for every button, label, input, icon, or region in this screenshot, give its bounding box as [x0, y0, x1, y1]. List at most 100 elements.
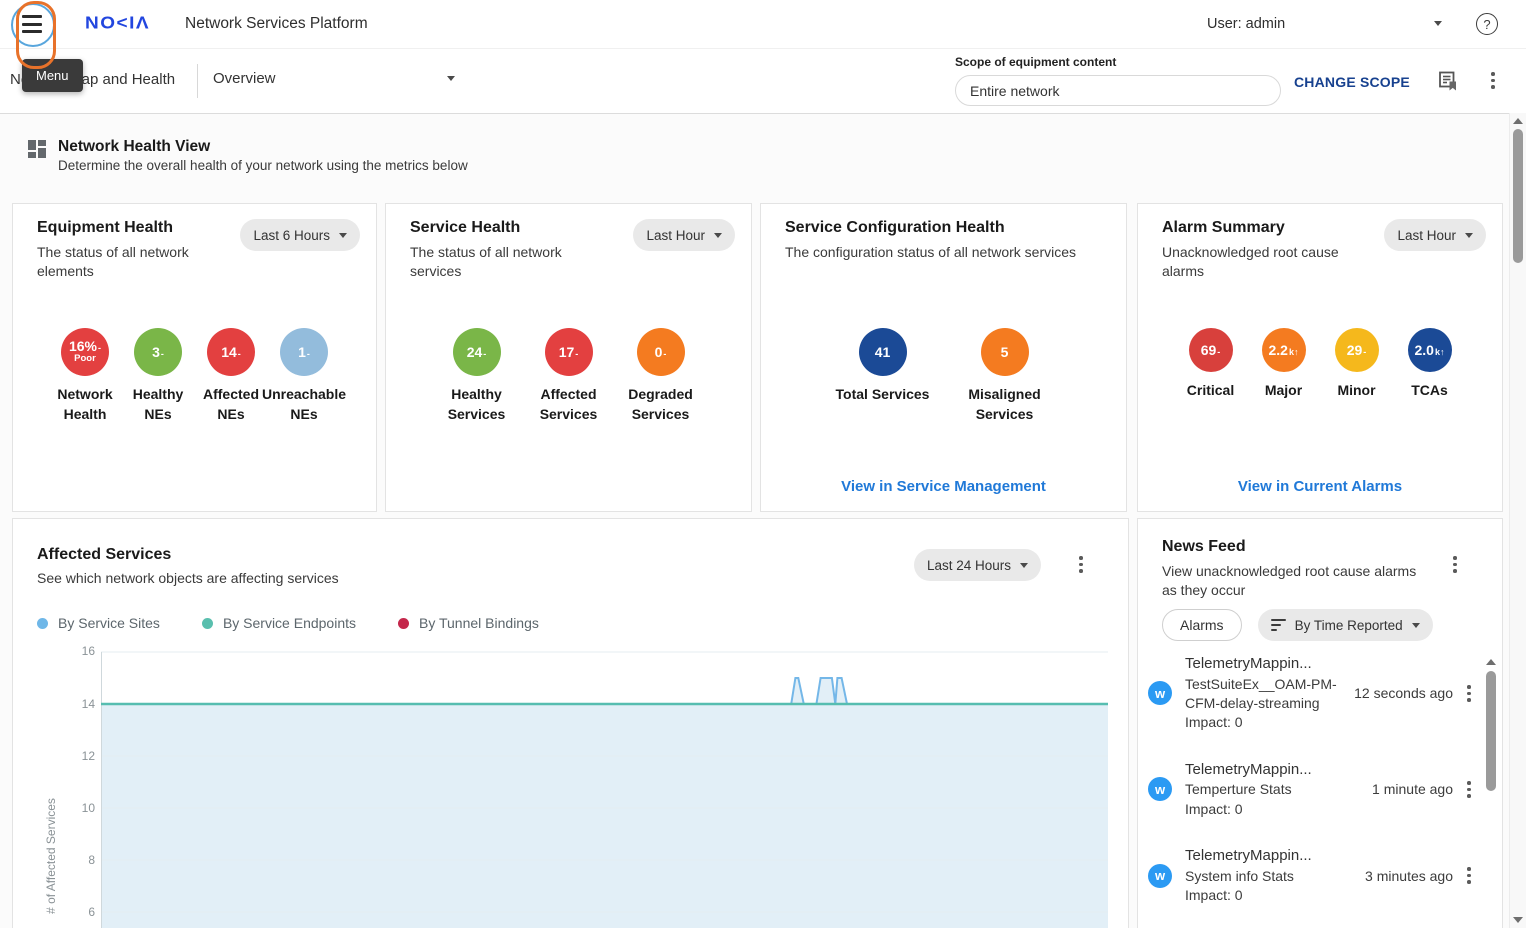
feed-item-title: TelemetryMappin...	[1185, 654, 1343, 675]
y-tick: 16	[61, 644, 95, 658]
card-subtitle: Unacknowledged root cause alarms	[1162, 243, 1347, 281]
legend-dot	[37, 618, 48, 629]
card-subtitle: The status of all network elements	[37, 243, 197, 281]
y-tick: 10	[61, 801, 95, 815]
metric-degraded-services[interactable]: 0- Degraded Services	[615, 328, 707, 424]
main-scrollbar[interactable]	[1509, 113, 1526, 928]
metric-unreachable-nes[interactable]: 1- Unreachable NEs	[268, 328, 341, 424]
change-scope-button[interactable]: CHANGE SCOPE	[1294, 74, 1410, 90]
service-config-health-card: Service Configuration Health The configu…	[760, 203, 1127, 512]
feed-item-kebab-icon[interactable]	[1467, 867, 1471, 884]
feed-item-title: TelemetryMappin...	[1185, 760, 1343, 781]
metric-healthy-services[interactable]: 24- Healthy Services	[431, 328, 523, 424]
news-feed-scrollbar-thumb[interactable]	[1486, 671, 1496, 791]
feed-item-title: TelemetryMappin...	[1185, 846, 1343, 867]
feed-item-time: 3 minutes ago	[1343, 868, 1453, 884]
metric-total-services[interactable]: 41 Total Services	[822, 328, 944, 424]
user-menu-caret-icon[interactable]	[1434, 21, 1442, 26]
legend-by-tunnel-bindings[interactable]: By Tunnel Bindings	[398, 615, 539, 631]
card-title: Service Health	[410, 219, 580, 237]
feed-item-time: 1 minute ago	[1343, 781, 1453, 797]
view-selector-value: Overview	[213, 70, 276, 87]
affected-services-card: Affected Services See which network obje…	[12, 518, 1129, 928]
alarm-summary-card: Alarm Summary Unacknowledged root cause …	[1137, 203, 1503, 512]
view-selector-dropdown[interactable]: Overview	[213, 70, 455, 87]
affected-kebab-menu-icon[interactable]	[1079, 556, 1083, 573]
metric-network-health[interactable]: 16%- Poor Network Health	[49, 328, 122, 424]
section-subtitle: Determine the overall health of your net…	[58, 158, 468, 173]
app-title: Network Services Platform	[185, 15, 368, 33]
card-title: Equipment Health	[37, 219, 207, 237]
y-tick: 12	[61, 749, 95, 763]
feed-item-name: System info Stats	[1185, 867, 1343, 886]
scope-bar-kebab-menu-icon[interactable]	[1491, 72, 1495, 89]
main-scrollbar-thumb[interactable]	[1513, 129, 1523, 263]
y-tick: 8	[61, 853, 95, 867]
nokia-logo: NO<IΛ	[85, 14, 150, 34]
metric-healthy-nes[interactable]: 3- Healthy NEs	[122, 328, 195, 424]
news-feed-subtitle: View unacknowledged root cause alarms as…	[1162, 562, 1434, 600]
legend-dot	[202, 618, 213, 629]
metric-misaligned-services[interactable]: 5 Misaligned Services	[944, 328, 1066, 424]
legend-by-service-endpoints[interactable]: By Service Endpoints	[202, 615, 356, 631]
feed-item[interactable]: w TelemetryMappin... System info Stats I…	[1148, 846, 1478, 905]
dropdown-caret-icon	[714, 233, 722, 238]
legend-dot	[398, 618, 409, 629]
dropdown-caret-icon	[1465, 233, 1473, 238]
feed-item-name: Temperture Stats	[1185, 780, 1343, 799]
news-feed-card: News Feed View unacknowledged root cause…	[1137, 518, 1503, 928]
card-title: Alarm Summary	[1162, 219, 1357, 237]
y-tick: 14	[61, 697, 95, 711]
section-title: Network Health View	[58, 138, 210, 156]
dropdown-caret-icon	[1020, 563, 1028, 568]
scroll-down-arrow-icon[interactable]	[1513, 917, 1523, 923]
view-selector-caret-icon	[447, 76, 455, 81]
view-in-current-alarms-link[interactable]: View in Current Alarms	[1138, 478, 1502, 495]
report-bookmark-icon[interactable]	[1437, 70, 1459, 97]
alarms-filter-pill[interactable]: Alarms	[1162, 609, 1242, 641]
sort-dropdown[interactable]: By Time Reported	[1258, 609, 1433, 641]
equipment-period-dropdown[interactable]: Last 6 Hours	[240, 219, 360, 251]
help-icon[interactable]: ?	[1476, 13, 1498, 35]
feed-item-impact: Impact: 0	[1185, 713, 1343, 732]
service-period-dropdown[interactable]: Last Hour	[633, 219, 735, 251]
scroll-up-arrow-icon[interactable]	[1513, 118, 1523, 124]
feed-item[interactable]: w TelemetryMappin... TestSuiteEx__OAM-PM…	[1148, 654, 1478, 733]
news-feed-list: w TelemetryMappin... TestSuiteEx__OAM-PM…	[1148, 654, 1478, 905]
hamburger-menu-icon[interactable]	[22, 15, 42, 33]
feed-item-time: 12 seconds ago	[1343, 685, 1453, 701]
feed-item-name: TestSuiteEx__OAM-PM-CFM-delay-streaming	[1185, 675, 1343, 714]
metric-affected-nes[interactable]: 14- Affected NEs	[195, 328, 268, 424]
user-menu-label[interactable]: User: admin	[1207, 16, 1285, 32]
sort-icon	[1271, 619, 1286, 631]
warning-avatar-icon: w	[1148, 681, 1172, 705]
metric-minor-alarms[interactable]: 29- Minor	[1320, 328, 1393, 401]
feed-item-impact: Impact: 0	[1185, 800, 1343, 819]
feed-item[interactable]: w TelemetryMappin... Temperture Stats Im…	[1148, 760, 1478, 819]
metric-affected-services[interactable]: 17- Affected Services	[523, 328, 615, 424]
card-title: Service Configuration Health	[785, 219, 1110, 237]
news-feed-scrollbar[interactable]	[1485, 659, 1497, 928]
news-feed-kebab-menu-icon[interactable]	[1453, 556, 1457, 573]
nsp-dashboard: NO<IΛ Network Services Platform User: ad…	[0, 0, 1526, 928]
alarm-period-dropdown[interactable]: Last Hour	[1384, 219, 1486, 251]
scroll-up-arrow-icon[interactable]	[1486, 659, 1496, 665]
feed-item-kebab-icon[interactable]	[1467, 685, 1471, 702]
metric-critical-alarms[interactable]: 69- Critical	[1174, 328, 1247, 401]
affected-period-dropdown[interactable]: Last 24 Hours	[914, 549, 1041, 581]
scope-input[interactable]	[955, 75, 1281, 106]
view-in-service-management-link[interactable]: View in Service Management	[761, 478, 1126, 495]
affected-services-line-chart[interactable]	[101, 646, 1108, 928]
news-feed-title: News Feed	[1162, 538, 1246, 556]
metric-major-alarms[interactable]: 2.2k↑ Major	[1247, 328, 1320, 401]
affected-services-subtitle: See which network objects are affecting …	[37, 570, 339, 586]
affected-services-title: Affected Services	[37, 546, 171, 564]
divider	[197, 64, 198, 98]
legend-by-service-sites[interactable]: By Service Sites	[37, 615, 160, 631]
chart-legend: By Service Sites By Service Endpoints By…	[37, 615, 539, 631]
metric-tcas[interactable]: 2.0k↑ TCAs	[1393, 328, 1466, 401]
feed-item-impact: Impact: 0	[1185, 886, 1343, 905]
feed-item-kebab-icon[interactable]	[1467, 781, 1471, 798]
menu-tooltip: Menu	[22, 59, 83, 92]
top-bar: NO<IΛ Network Services Platform User: ad…	[0, 0, 1526, 48]
